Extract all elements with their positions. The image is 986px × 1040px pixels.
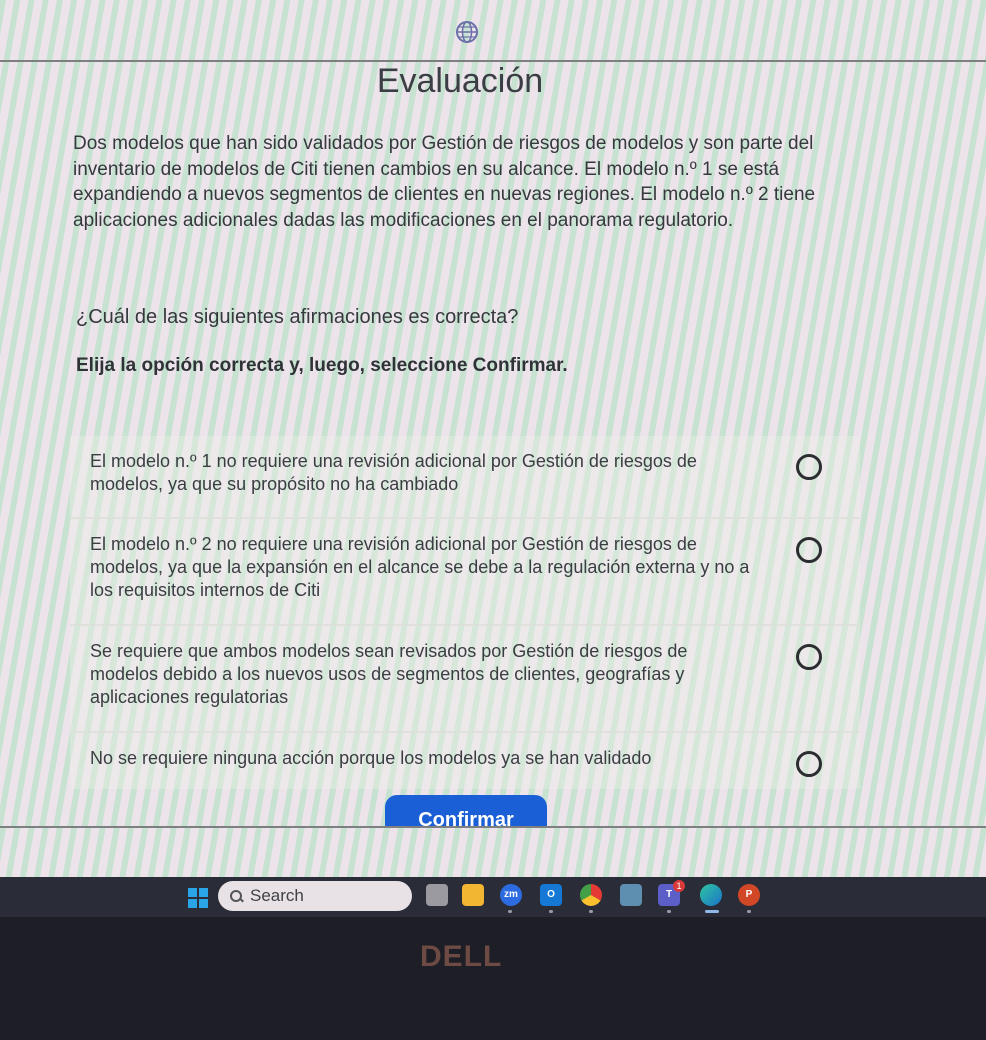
running-indicator	[589, 910, 593, 913]
monitor-bezel	[0, 917, 986, 1040]
running-indicator	[549, 910, 553, 913]
running-indicator	[747, 910, 751, 913]
outlook-icon[interactable]: O	[540, 884, 562, 906]
answer-option-4[interactable]: No se requiere ninguna acción porque los…	[70, 733, 860, 789]
answer-option-label: No se requiere ninguna acción porque los…	[90, 748, 652, 768]
chrome-icon[interactable]	[580, 884, 602, 906]
answer-option-2[interactable]: El modelo n.º 2 no requiere una revisión…	[70, 519, 860, 626]
teams-notification-badge: 1	[673, 880, 685, 892]
answer-option-1[interactable]: El modelo n.º 1 no requiere una revisión…	[70, 436, 860, 519]
answer-option-label: Se requiere que ambos modelos sean revis…	[90, 641, 688, 707]
instruction-text: Elija la opción correcta y, luego, selec…	[76, 355, 568, 376]
running-indicator	[667, 910, 671, 913]
taskbar-search-box[interactable]: Search	[218, 881, 412, 911]
task-view-icon[interactable]	[426, 884, 448, 906]
answer-option-label: El modelo n.º 2 no requiere una revisión…	[90, 534, 750, 600]
page-footer-area	[0, 828, 986, 880]
powerpoint-icon[interactable]: P	[738, 884, 760, 906]
scenario-text: Dos modelos que han sido validados por G…	[73, 133, 816, 231]
browser-page: Evaluación Dos modelos que han sido vali…	[0, 0, 986, 880]
search-placeholder: Search	[250, 886, 304, 905]
windows-start-icon[interactable]	[188, 888, 208, 908]
globe-icon[interactable]	[455, 20, 479, 44]
running-indicator	[508, 910, 512, 913]
taskbar	[0, 877, 986, 917]
radio-button[interactable]	[796, 644, 822, 670]
question-text: ¿Cuál de las siguientes afirmaciones es …	[76, 306, 519, 328]
active-indicator	[705, 910, 719, 913]
answer-options: El modelo n.º 1 no requiere una revisión…	[70, 436, 860, 789]
zoom-icon[interactable]: zm	[500, 884, 522, 906]
answer-option-label: El modelo n.º 1 no requiere una revisión…	[90, 451, 697, 494]
edge-icon[interactable]	[700, 884, 722, 906]
calculator-icon[interactable]	[620, 884, 642, 906]
dell-logo: DELL	[420, 940, 503, 973]
page-title: Evaluación	[376, 62, 544, 100]
radio-button[interactable]	[796, 537, 822, 563]
search-icon	[230, 890, 242, 902]
radio-button[interactable]	[796, 454, 822, 480]
folder-icon[interactable]	[462, 884, 484, 906]
answer-option-3[interactable]: Se requiere que ambos modelos sean revis…	[70, 626, 860, 733]
radio-button[interactable]	[796, 751, 822, 777]
